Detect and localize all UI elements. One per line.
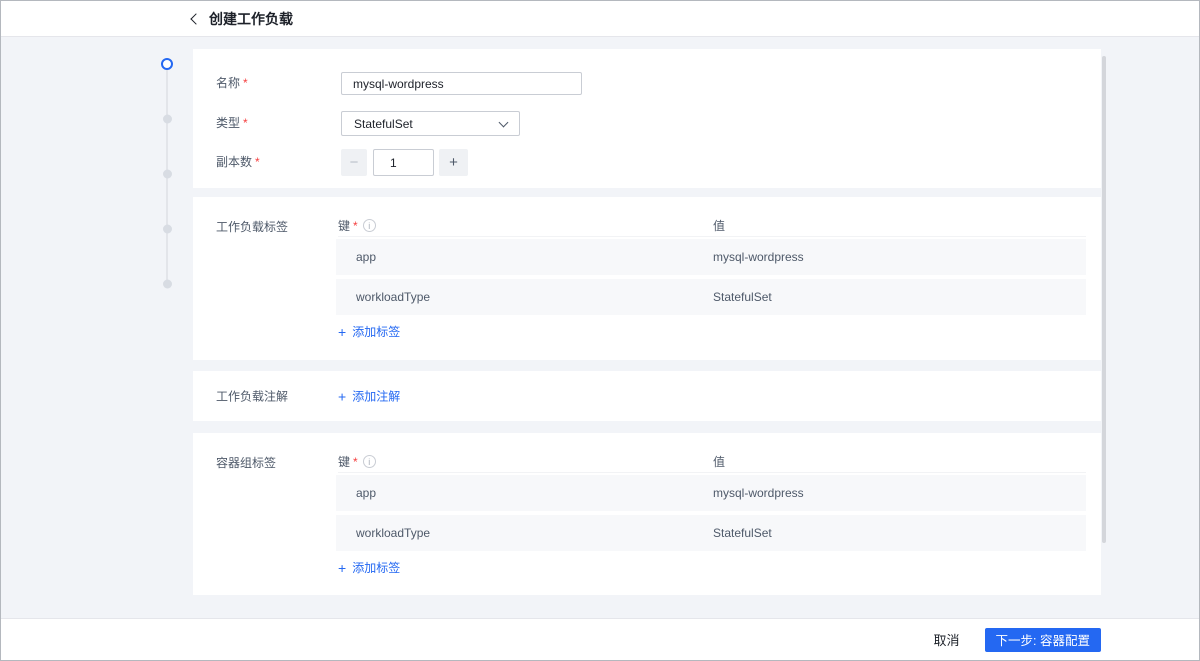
plus-icon: +	[449, 154, 458, 171]
info-icon[interactable]: i	[363, 219, 376, 232]
cancel-button[interactable]: 取消	[934, 630, 960, 649]
value-column-header: 值	[713, 217, 725, 234]
plus-icon: +	[338, 389, 346, 403]
kv-table-header: 键* i 值	[338, 212, 1086, 237]
step-dot-icon	[163, 115, 172, 124]
add-annotation-link[interactable]: + 添加注解	[338, 388, 400, 405]
label-value: mysql-wordpress	[713, 486, 804, 500]
top-bar: 创建工作负载	[1, 1, 1199, 37]
required-asterisk: *	[353, 455, 358, 469]
replicas-increase-button[interactable]: +	[439, 149, 468, 176]
label-value: StatefulSet	[713, 290, 772, 304]
step-dot-icon	[163, 170, 172, 179]
label-value: StatefulSet	[713, 526, 772, 540]
required-asterisk: *	[353, 219, 358, 233]
label-key: app	[356, 250, 376, 264]
replicas-decrease-button[interactable]: −	[341, 149, 367, 176]
basic-info-card: 名称* 类型* StatefulSet 副本数* − +	[193, 49, 1101, 188]
workload-labels-card: 工作负载标签 键* i 值 app mysql-wordpress worklo…	[193, 197, 1101, 360]
add-label-text: 添加标签	[352, 323, 400, 340]
step-dot-icon	[163, 280, 172, 289]
label-value: mysql-wordpress	[713, 250, 804, 264]
info-icon[interactable]: i	[363, 455, 376, 468]
label-row[interactable]: workloadType StatefulSet	[336, 515, 1086, 551]
value-column-header: 值	[713, 453, 725, 470]
add-pod-label-link[interactable]: + 添加标签	[338, 559, 400, 576]
footer-action-bar: 取消 下一步: 容器配置	[1, 618, 1199, 660]
plus-icon: +	[338, 561, 346, 575]
add-annotation-text: 添加注解	[352, 388, 400, 405]
replicas-label: 副本数*	[216, 155, 260, 169]
name-input[interactable]	[341, 72, 582, 95]
back-icon[interactable]	[190, 13, 201, 24]
label-row[interactable]: workloadType StatefulSet	[336, 279, 1086, 315]
kv-table-header: 键* i 值	[338, 448, 1086, 473]
key-column-header: 键* i	[338, 217, 376, 234]
step-dot-icon	[163, 225, 172, 234]
add-workload-label-link[interactable]: + 添加标签	[338, 323, 400, 340]
name-label: 名称*	[216, 76, 248, 90]
type-select[interactable]: StatefulSet	[341, 111, 520, 136]
create-workload-page: 创建工作负载 基础信息 容器配置 资源挂载 高级配置 确认信息 名称* 类型* …	[0, 0, 1200, 661]
type-label: 类型*	[216, 116, 248, 130]
type-select-value: StatefulSet	[354, 117, 413, 131]
pod-labels-section-label: 容器组标签	[216, 454, 276, 471]
label-key: workloadType	[356, 526, 430, 540]
workload-labels-section-label: 工作负载标签	[216, 218, 288, 235]
page-title: 创建工作负载	[209, 9, 293, 29]
label-row[interactable]: app mysql-wordpress	[336, 239, 1086, 275]
required-asterisk: *	[243, 116, 248, 130]
required-asterisk: *	[243, 76, 248, 90]
pod-labels-card: 容器组标签 键* i 值 app mysql-wordpress workloa…	[193, 433, 1101, 595]
key-column-header: 键* i	[338, 453, 376, 470]
label-key: workloadType	[356, 290, 430, 304]
chevron-down-icon	[499, 117, 509, 127]
vertical-scrollbar[interactable]	[1102, 56, 1106, 543]
workload-annotations-card: 工作负载注解 + 添加注解	[193, 371, 1101, 421]
plus-icon: +	[338, 325, 346, 339]
label-row[interactable]: app mysql-wordpress	[336, 475, 1086, 511]
workload-annotations-section-label: 工作负载注解	[216, 388, 288, 405]
replicas-input[interactable]	[373, 149, 434, 176]
label-key: app	[356, 486, 376, 500]
required-asterisk: *	[255, 155, 260, 169]
add-label-text: 添加标签	[352, 559, 400, 576]
minus-icon: −	[350, 154, 359, 171]
step-active-dot-icon	[161, 58, 173, 70]
next-step-button[interactable]: 下一步: 容器配置	[985, 628, 1101, 652]
